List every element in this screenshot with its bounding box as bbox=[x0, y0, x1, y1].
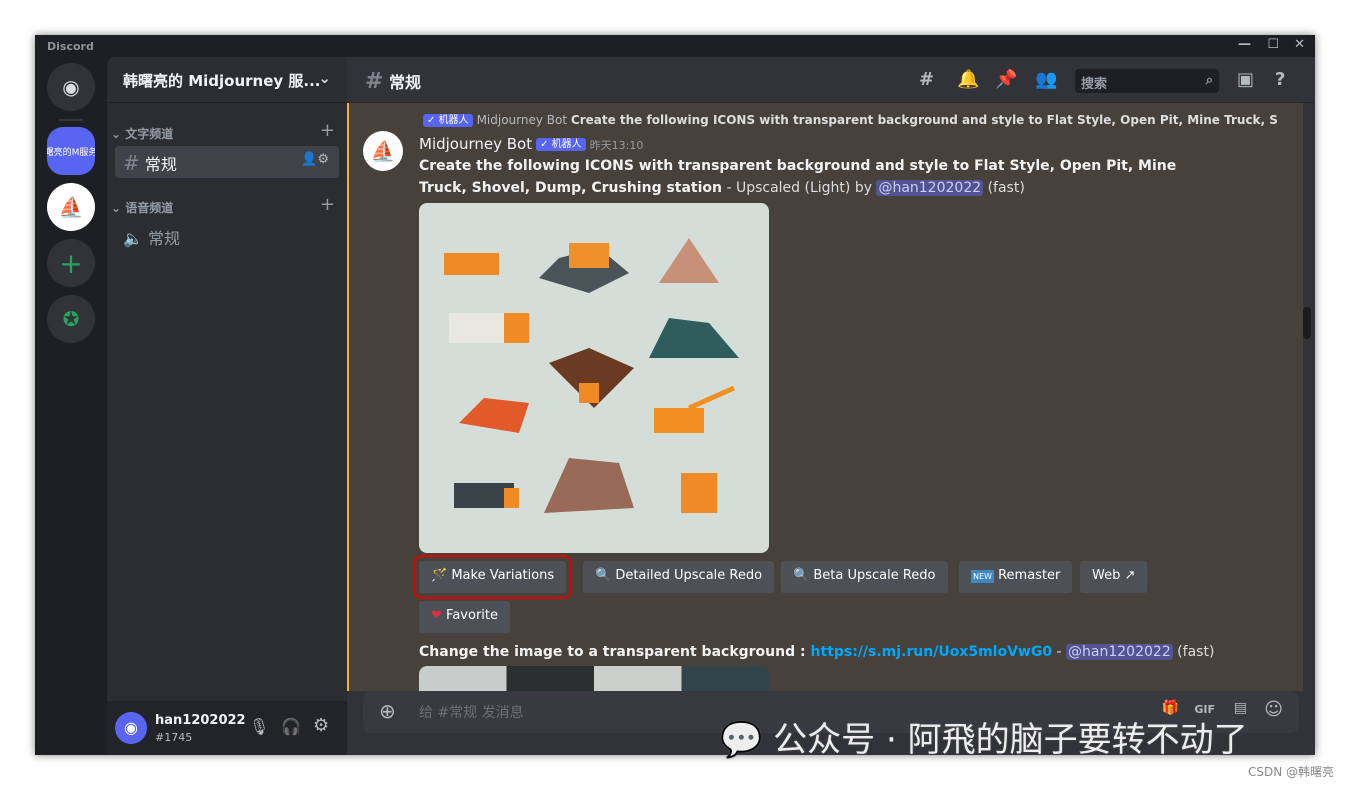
magnifier-icon: 🔍 bbox=[793, 568, 810, 583]
members-icon[interactable]: 👥 bbox=[1035, 69, 1057, 90]
button-label: Remaster bbox=[998, 568, 1061, 583]
home-discord-icon[interactable]: ◉ bbox=[47, 63, 95, 111]
category-voice[interactable]: ⌄ 语音频道 bbox=[111, 199, 173, 216]
pin-icon[interactable]: 📌 bbox=[995, 69, 1017, 90]
threads-icon[interactable]: # bbox=[919, 69, 934, 90]
remaster-button[interactable]: NEW Remaster bbox=[959, 561, 1073, 593]
text: - Upscaled (Light) by bbox=[722, 180, 877, 196]
button-label: Make Variations bbox=[451, 568, 555, 583]
message-header: Midjourney Bot ✓ 机器人 昨天13:10 bbox=[419, 133, 643, 157]
category-label: 文字频道 bbox=[125, 127, 174, 141]
bot-badge: ✓ 机器人 bbox=[423, 113, 473, 127]
gear-icon[interactable]: ⚙ bbox=[313, 715, 329, 736]
category-text[interactable]: ⌄ 文字频道 bbox=[111, 125, 173, 142]
search-icon: ⌕ bbox=[1205, 73, 1213, 88]
message2-content: Change the image to a transparent backgr… bbox=[419, 641, 1214, 663]
reply-text: Create the following ICONS with transpar… bbox=[570, 113, 1278, 127]
user-panel: ◉ han1202022 #1745 🎙 🎧 ⚙ bbox=[107, 701, 347, 755]
message-content: Create the following ICONS with transpar… bbox=[419, 155, 1219, 199]
channel-label: 常规 bbox=[144, 155, 177, 174]
server-header[interactable]: 韩曙亮的 Midjourney 服... ⌄ bbox=[107, 57, 347, 103]
avatar[interactable]: ⛵ bbox=[363, 131, 403, 171]
csdn-watermark: CSDN @韩曙亮 bbox=[1247, 765, 1334, 779]
detailed-upscale-redo-button[interactable]: 🔍 Detailed Upscale Redo bbox=[583, 561, 775, 593]
image-preview[interactable] bbox=[419, 666, 769, 691]
microphone-icon[interactable]: 🎙 bbox=[249, 717, 269, 736]
channel-text-general[interactable]: # 常规 👤⚙ bbox=[115, 146, 339, 178]
search-input[interactable]: 搜索 ⌕ bbox=[1075, 69, 1219, 93]
hash-icon: # bbox=[123, 151, 140, 175]
new-icon: NEW bbox=[971, 570, 994, 583]
button-label: Beta Upscale Redo bbox=[813, 568, 936, 583]
button-label: Web bbox=[1092, 568, 1121, 583]
hash-icon: # bbox=[365, 69, 384, 94]
web-button[interactable]: Web ↗ bbox=[1080, 561, 1148, 593]
add-channel-icon[interactable]: + bbox=[320, 194, 335, 215]
channel-title: 常规 bbox=[389, 73, 422, 92]
message-list: ✓ 机器人 Midjourney Bot Create the following… bbox=[347, 103, 1303, 691]
emoji-icon[interactable]: ☺ bbox=[1264, 699, 1283, 720]
bell-icon[interactable]: 🔔 bbox=[957, 69, 979, 90]
button-label: Detailed Upscale Redo bbox=[615, 568, 763, 583]
app-title: Discord bbox=[47, 40, 94, 53]
server-icon-han[interactable]: 曙亮的M服务 bbox=[47, 127, 95, 175]
external-link-icon: ↗ bbox=[1124, 568, 1136, 583]
invite-gear-icons[interactable]: 👤⚙ bbox=[301, 152, 329, 167]
inbox-icon[interactable]: ▣ bbox=[1237, 69, 1254, 90]
bot-badge: ✓ 机器人 bbox=[536, 138, 586, 151]
chevron-down-icon: ⌄ bbox=[318, 69, 331, 87]
headphones-icon[interactable]: 🎧 bbox=[281, 717, 301, 736]
avatar[interactable]: ◉ bbox=[115, 712, 147, 744]
watermark-text: 公众号 · 阿飛的脑子要转不动了 bbox=[773, 720, 1248, 760]
user-mention[interactable]: @han1202022 bbox=[876, 180, 984, 196]
timestamp: 昨天13:10 bbox=[589, 139, 644, 152]
magnifier-icon: 🔍 bbox=[595, 568, 612, 583]
username: han1202022 bbox=[155, 713, 246, 728]
server-rail: ◉ 曙亮的M服务 ⛵ + ✪ bbox=[35, 57, 107, 755]
beta-upscale-redo-button[interactable]: 🔍 Beta Upscale Redo bbox=[781, 561, 948, 593]
channel-voice-general[interactable]: 🔈 常规 bbox=[115, 220, 339, 252]
explore-compass-icon[interactable]: ✪ bbox=[47, 295, 95, 343]
discord-window: Discord — ☐ ✕ ◉ 曙亮的M服务 ⛵ + ✪ 韩曙亮的 Midjou… bbox=[35, 35, 1315, 755]
user-mention[interactable]: @han1202022 bbox=[1066, 644, 1173, 660]
divider bbox=[59, 119, 83, 121]
user-tag: #1745 bbox=[155, 731, 193, 744]
channel-header: # 常规 # 🔔 📌 👥 搜索 ⌕ ▣ ? bbox=[347, 57, 1315, 103]
input-placeholder: 给 #常规 发消息 bbox=[419, 705, 524, 721]
author-name[interactable]: Midjourney Bot bbox=[419, 135, 532, 153]
channel-label: 常规 bbox=[148, 229, 181, 248]
category-label: 语音频道 bbox=[125, 201, 174, 215]
server-name: 韩曙亮的 Midjourney 服... bbox=[123, 72, 321, 90]
button-label: Favorite bbox=[446, 608, 498, 623]
title-bar: Discord — ☐ ✕ bbox=[35, 35, 1315, 57]
server-icon-midjourney[interactable]: ⛵ bbox=[47, 183, 95, 231]
magic-wand-icon: 🪄 bbox=[431, 568, 448, 583]
scrollbar[interactable] bbox=[1303, 307, 1311, 339]
add-server-icon[interactable]: + bbox=[47, 239, 95, 287]
minimize-button[interactable]: — bbox=[1238, 37, 1251, 52]
text: (fast) bbox=[983, 180, 1025, 196]
channel-sidebar: 韩曙亮的 Midjourney 服... ⌄ ⌄ 文字频道 + # 常规 👤⚙ ⌄… bbox=[107, 57, 347, 755]
heart-icon: ❤ bbox=[431, 608, 442, 623]
text: Change the image to a transparent backgr… bbox=[419, 644, 811, 660]
reply-preview[interactable]: ✓ 机器人 Midjourney Bot Create the following… bbox=[419, 109, 1278, 132]
search-placeholder: 搜索 bbox=[1081, 77, 1108, 92]
link[interactable]: https://s.mj.run/Uox5mloVwG0 bbox=[810, 644, 1052, 660]
add-attachment-icon[interactable]: ⊕ bbox=[379, 699, 396, 723]
generated-image[interactable] bbox=[419, 203, 769, 553]
favorite-button[interactable]: ❤ Favorite bbox=[419, 601, 510, 633]
watermark: 💬 公众号 · 阿飛的脑子要转不动了 bbox=[720, 720, 1248, 760]
text: (fast) bbox=[1172, 644, 1215, 660]
add-channel-icon[interactable]: + bbox=[320, 120, 335, 141]
maximize-button[interactable]: ☐ bbox=[1267, 37, 1279, 52]
speaker-icon: 🔈 bbox=[123, 229, 143, 248]
text: - bbox=[1052, 644, 1067, 660]
make-variations-button[interactable]: 🪄 Make Variations bbox=[412, 555, 573, 599]
main-area: # 常规 # 🔔 📌 👥 搜索 ⌕ ▣ ? ✓ 机器人 Midjourney Bot… bbox=[347, 57, 1315, 755]
mining-icons-image bbox=[444, 238, 739, 513]
close-button[interactable]: ✕ bbox=[1294, 37, 1305, 52]
reply-author: Midjourney Bot bbox=[476, 113, 568, 127]
help-icon[interactable]: ? bbox=[1275, 69, 1285, 90]
